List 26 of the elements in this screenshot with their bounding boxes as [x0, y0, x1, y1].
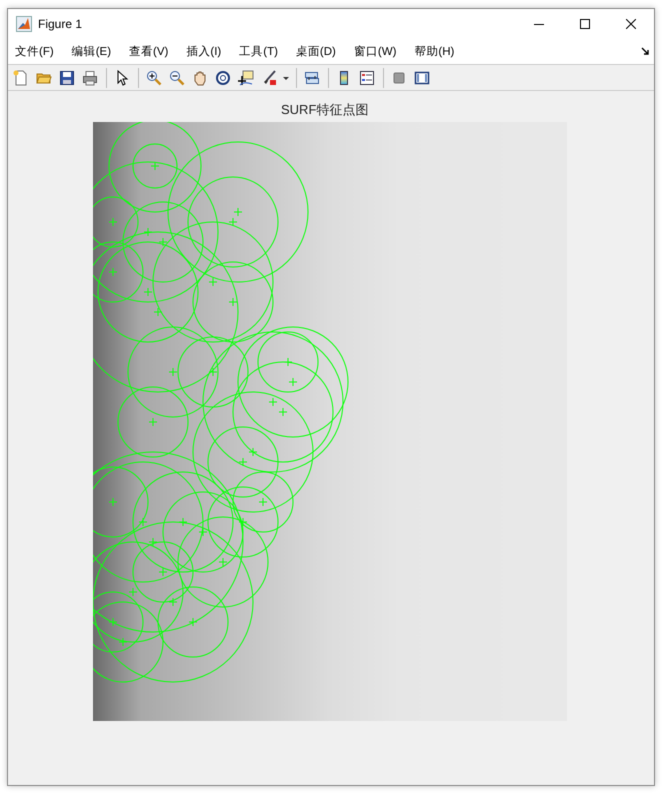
linked-plot-icon[interactable]	[304, 70, 320, 86]
menu-item[interactable]: 查看(V)	[129, 44, 168, 58]
printer-icon[interactable]	[82, 70, 98, 86]
menu-item[interactable]: 文件(F)	[15, 44, 54, 58]
data-cursor-icon[interactable]	[238, 70, 254, 86]
hand-icon[interactable]	[192, 70, 208, 86]
zoom-in-icon[interactable]	[146, 70, 162, 86]
zoom-out-icon[interactable]	[169, 70, 185, 86]
menu-item[interactable]: 帮助(H)	[414, 44, 454, 58]
menu-item[interactable]: 桌面(D)	[296, 44, 336, 58]
window-title: Figure 1	[38, 16, 82, 30]
app-icon	[16, 16, 32, 32]
menu-item[interactable]: 编辑(E)	[72, 44, 112, 58]
maximize-icon[interactable]	[580, 18, 590, 28]
axes-title: SURF特征点图	[281, 101, 368, 119]
rotate-icon[interactable]	[215, 70, 231, 86]
square-icon[interactable]	[391, 70, 407, 86]
menu-item[interactable]: 插入(I)	[186, 44, 222, 58]
new-file-icon[interactable]	[13, 70, 29, 86]
menu-item[interactable]: 工具(T)	[239, 44, 278, 58]
dock-arrow-icon[interactable]	[641, 46, 650, 56]
menu-item[interactable]: 窗口(W)	[354, 44, 396, 58]
plot-tools-icon[interactable]	[414, 70, 430, 86]
save-icon[interactable]	[59, 70, 75, 86]
close-icon[interactable]	[626, 18, 636, 28]
legend-icon[interactable]	[359, 70, 375, 86]
